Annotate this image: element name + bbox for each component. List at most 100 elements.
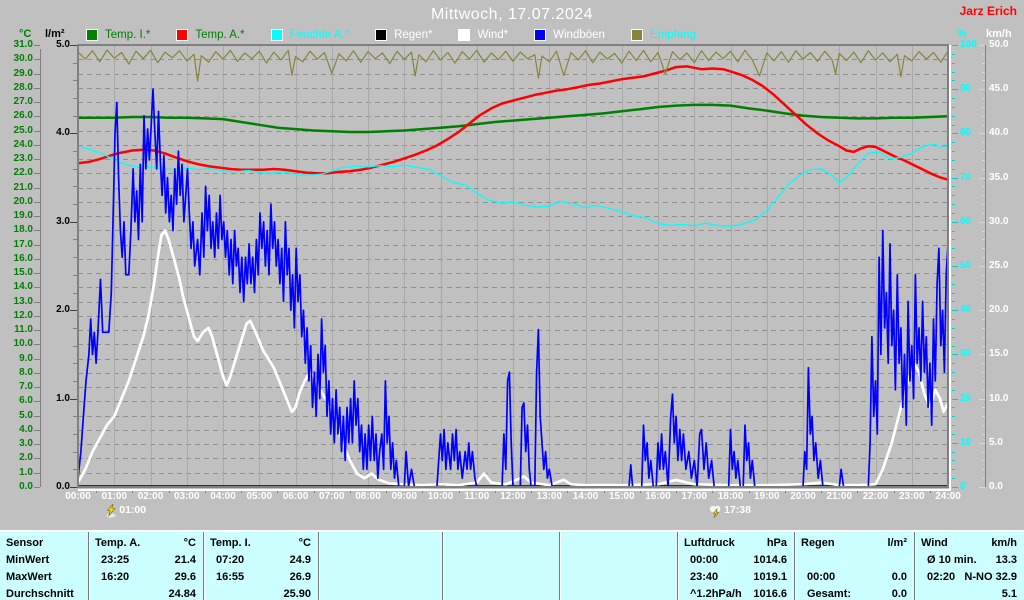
temp-axis-label: 30.0 — [6, 54, 33, 64]
x-axis-label: 06:00 — [278, 491, 314, 502]
temp-axis-label: 11.0 — [6, 325, 33, 335]
wind-axis-label: 0.0 — [989, 482, 1003, 492]
stats-data-value: 24.84 — [168, 586, 196, 600]
weather-station-window: Mittwoch, 17.07.2024 Jarz Erich °C l/m² … — [0, 0, 1024, 600]
x-axis-label: 02:00 — [133, 491, 169, 502]
temp-axis-label: 9.0 — [6, 354, 33, 364]
temp-axis-label: 26.0 — [6, 111, 33, 121]
stats-sensor-name: Regen — [801, 535, 835, 552]
x-axis-label: 08:00 — [350, 491, 386, 502]
temp-axis-label: 0.0 — [6, 482, 33, 492]
stats-sensor-name: Temp. A. — [95, 535, 140, 552]
event-marker-time: 01:00 — [119, 504, 146, 517]
stats-sensor-unit: °C — [184, 535, 196, 552]
stats-time-value: 16:55 — [216, 569, 244, 586]
stats-time-value: 02:20 — [927, 569, 955, 586]
temp-axis-label: 15.0 — [6, 268, 33, 278]
event-marker-01-00: 01:00 — [105, 504, 146, 522]
stats-sensor-unit: °C — [299, 535, 311, 552]
x-axis-label: 11:00 — [459, 491, 495, 502]
humidity-axis-label: 70 — [960, 173, 971, 183]
wind-axis-label: 30.0 — [989, 217, 1008, 227]
wind-axis-label: 40.0 — [989, 128, 1008, 138]
temp-axis-label: 22.0 — [6, 168, 33, 178]
stats-row-label: Sensor — [6, 535, 43, 552]
x-axis-label: 20:00 — [785, 491, 821, 502]
sensor-stats-table: SensorMinWertMaxWertDurchschnitt Temp. A.… — [0, 530, 1024, 600]
stats-time-value: Gesamt: — [807, 586, 851, 600]
temp-axis-label: 14.0 — [6, 282, 33, 292]
stats-data-value: 26.9 — [290, 569, 311, 586]
x-axis-label: 24:00 — [930, 491, 966, 502]
x-axis-label: 13:00 — [531, 491, 567, 502]
weather-chart — [0, 0, 1024, 530]
x-axis-label: 04:00 — [205, 491, 241, 502]
stats-row-label: Durchschnitt — [6, 586, 74, 600]
stats-column-empty-3 — [442, 532, 560, 600]
stats-sensor-name: Luftdruck — [684, 535, 735, 552]
x-axis-label: 23:00 — [894, 491, 930, 502]
temp-axis-label: 18.0 — [6, 225, 33, 235]
temp-axis-label: 31.0 — [6, 40, 33, 50]
stats-column-luftdruck: LuftdruckhPa00:001014.623:401019.1^1.2hP… — [677, 532, 795, 600]
temp-axis-label: 28.0 — [6, 83, 33, 93]
rain-axis-label: 4.0 — [46, 128, 70, 138]
stats-time-value: Ø 10 min. — [927, 552, 977, 569]
humidity-axis-label: 80 — [960, 128, 971, 138]
temp-axis-label: 2.0 — [6, 453, 33, 463]
temp-axis-label: 12.0 — [6, 311, 33, 321]
humidity-axis-label: 50 — [960, 261, 971, 271]
stats-row-labels-column: SensorMinWertMaxWertDurchschnitt — [0, 532, 88, 600]
x-axis-label: 14:00 — [568, 491, 604, 502]
event-marker-time: 17:38 — [724, 504, 751, 517]
stats-data-value: 0.0 — [892, 586, 907, 600]
rain-axis-label: 2.0 — [46, 305, 70, 315]
storm-cloud-icon — [708, 504, 723, 522]
wind-axis-label: 15.0 — [989, 349, 1008, 359]
wind-axis-label: 25.0 — [989, 261, 1008, 271]
stats-sensor-name: Temp. I. — [210, 535, 251, 552]
rain-axis-label: 1.0 — [46, 394, 70, 404]
x-axis-label: 17:00 — [676, 491, 712, 502]
x-axis-label: 15:00 — [604, 491, 640, 502]
wind-axis-label: 20.0 — [989, 305, 1008, 315]
stats-data-value: N-NO 32.9 — [964, 569, 1017, 586]
stats-data-value: 5.1 — [1002, 586, 1017, 600]
x-axis-label: 16:00 — [640, 491, 676, 502]
stats-column-empty-4 — [559, 532, 678, 600]
x-axis-label: 00:00 — [60, 491, 96, 502]
stats-time-value: ^1.2hPa/h — [690, 586, 742, 600]
stats-data-value: 0.0 — [892, 569, 907, 586]
temp-axis-label: 20.0 — [6, 197, 33, 207]
stats-data-value: 13.3 — [996, 552, 1017, 569]
stats-data-value: 25.90 — [283, 586, 311, 600]
stats-sensor-name: Wind — [921, 535, 948, 552]
temp-axis-label: 19.0 — [6, 211, 33, 221]
temp-axis-label: 29.0 — [6, 69, 33, 79]
stats-time-value: 07:20 — [216, 552, 244, 569]
stats-data-value: 24.9 — [290, 552, 311, 569]
temp-axis-label: 21.0 — [6, 183, 33, 193]
humidity-axis-label: 40 — [960, 305, 971, 315]
wind-axis-label: 50.0 — [989, 40, 1008, 50]
stats-column-temp-a-: Temp. A.°C23:2521.416:2029.624.84 — [88, 532, 204, 600]
temp-axis-label: 5.0 — [6, 411, 33, 421]
temp-axis-label: 27.0 — [6, 97, 33, 107]
x-axis-label: 19:00 — [749, 491, 785, 502]
temp-axis-label: 10.0 — [6, 339, 33, 349]
stats-data-value: 21.4 — [175, 552, 196, 569]
humidity-axis-label: 30 — [960, 349, 971, 359]
wind-axis-label: 5.0 — [989, 438, 1003, 448]
humidity-axis-label: 60 — [960, 217, 971, 227]
temp-axis-label: 13.0 — [6, 297, 33, 307]
x-axis-label: 12:00 — [495, 491, 531, 502]
stats-time-value: 23:40 — [690, 569, 718, 586]
temp-axis-label: 7.0 — [6, 382, 33, 392]
humidity-axis-label: 20 — [960, 394, 971, 404]
x-axis-label: 21:00 — [821, 491, 857, 502]
stats-column-regen: Regenl/m²00:000.0Gesamt:0.0 — [794, 532, 915, 600]
stats-row-label: MinWert — [6, 552, 49, 569]
x-axis-label: 10:00 — [423, 491, 459, 502]
temp-axis-label: 17.0 — [6, 240, 33, 250]
humidity-axis-label: 100 — [960, 40, 977, 50]
